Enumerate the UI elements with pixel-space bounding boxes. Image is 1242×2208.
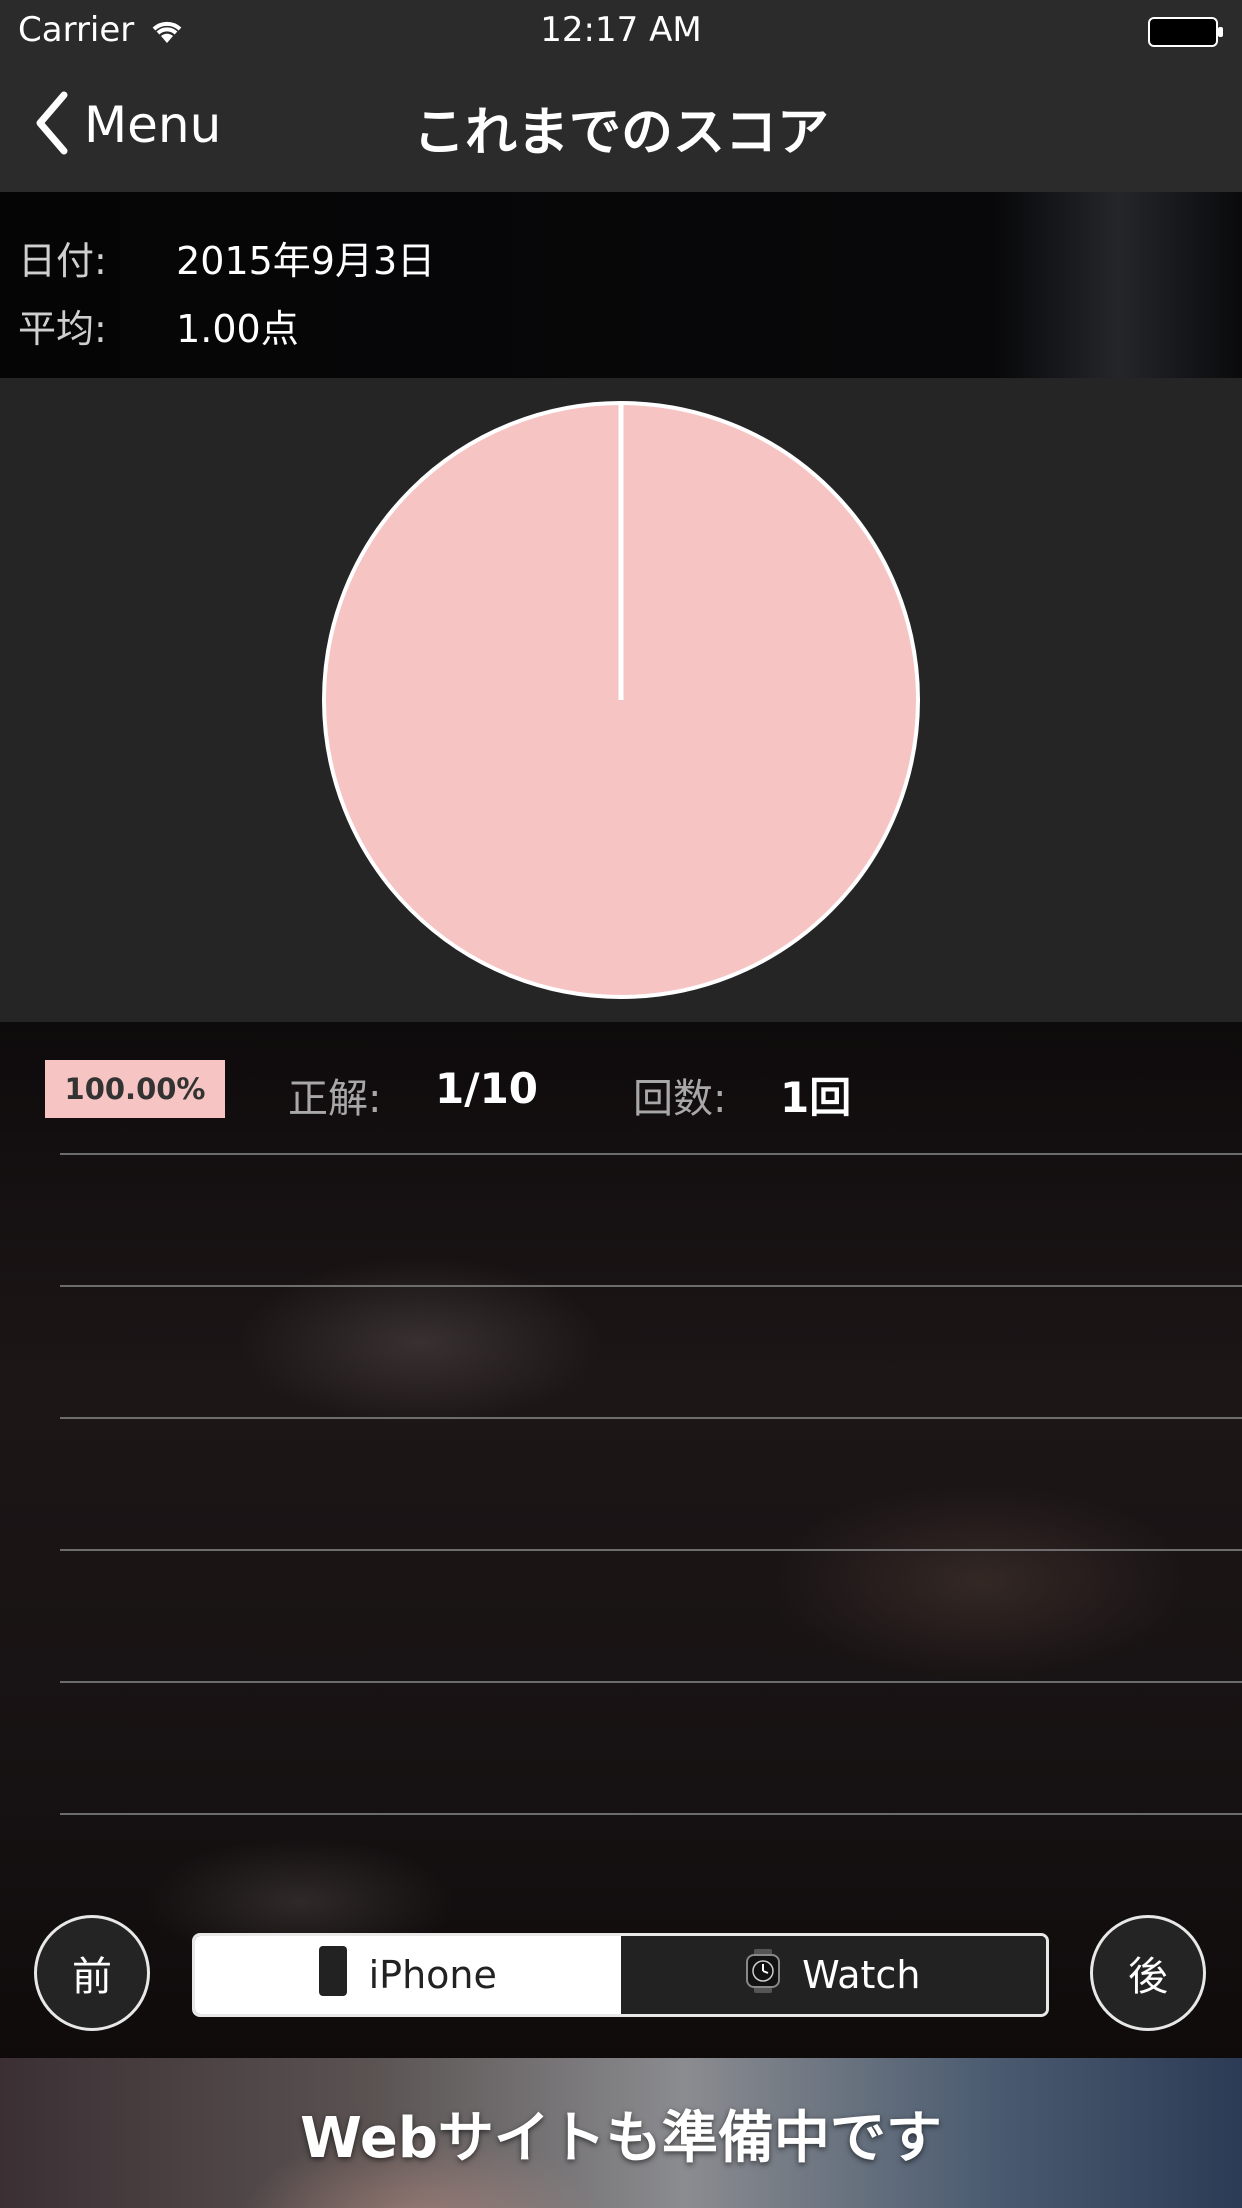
chart-panel [0,378,1242,1022]
pie-chart [322,401,920,999]
date-value: 2015年9月3日 [176,239,436,283]
website-banner[interactable]: Webサイトも準備中です [0,2058,1242,2208]
list-separator [60,1153,1242,1155]
watch-icon [746,1948,781,2002]
list-separator [60,1417,1242,1419]
average-row: 平均: 1.00点 [18,298,299,353]
banner-text: Webサイトも準備中です [300,2105,942,2171]
count-label: 回数: [633,1076,727,1122]
background-photo [0,1022,1242,2058]
device-segmented-control: iPhone Watch [192,1933,1049,2017]
segment-iphone[interactable]: iPhone [195,1936,621,2014]
battery-icon [1148,16,1224,56]
list-separator [60,1813,1242,1815]
date-label: 日付: [18,239,107,283]
list-separator [60,1285,1242,1287]
list-separator [60,1549,1242,1551]
previous-button[interactable]: 前 [34,1915,150,2031]
segment-watch[interactable]: Watch [620,1936,1046,2014]
segment-iphone-label: iPhone [368,1953,497,1997]
percent-badge: 100.00% [45,1060,225,1118]
correct-label: 正解: [288,1076,382,1122]
status-bar: Carrier 12:17 AM [0,0,1242,60]
correct-value: 1/10 [435,1064,539,1113]
page-title: これまでのスコア [412,103,829,163]
segment-watch-label: Watch [802,1953,921,1997]
iphone-icon [318,1945,347,2005]
stats-row: 100.00% 正解: 1/10 回数: 1回 [0,1060,1242,1122]
average-label: 平均: [18,307,107,351]
status-time: 12:17 AM [540,10,702,50]
average-value: 1.00点 [176,307,299,351]
count-value: 1回 [780,1073,852,1122]
next-button[interactable]: 後 [1090,1915,1206,2031]
date-row: 日付: 2015年9月3日 [18,230,435,285]
info-panel: 日付: 2015年9月3日 平均: 1.00点 [0,192,1242,378]
navigation-bar: Menu これまでのスコア [0,60,1242,194]
list-separator [60,1681,1242,1683]
